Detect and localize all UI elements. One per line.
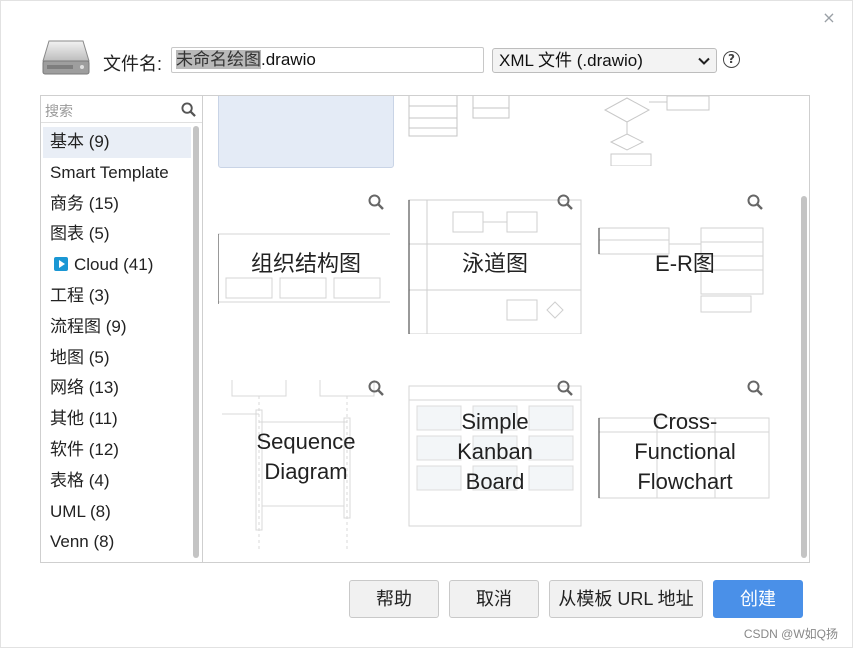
- template-cross-functional-flowchart[interactable]: Cross- Functional Flowchart: [597, 380, 773, 520]
- zoom-icon[interactable]: [747, 380, 763, 396]
- filename-selected-text: 未命名绘图: [176, 50, 261, 69]
- category-label: 其他 (11): [50, 409, 118, 429]
- template-er-diagram[interactable]: E-R图: [597, 194, 773, 334]
- category-item-business[interactable]: 商务 (15): [43, 189, 191, 220]
- search-input[interactable]: 搜索: [45, 101, 73, 121]
- category-label: 软件 (12): [50, 439, 119, 459]
- category-label: Venn (8): [50, 532, 115, 552]
- category-item-tables[interactable]: 表格 (4): [43, 466, 191, 497]
- template-from-url-button[interactable]: 从模板 URL 地址: [549, 580, 703, 618]
- filename-extension: .drawio: [261, 50, 316, 69]
- file-format-value: XML 文件 (.drawio): [499, 51, 643, 70]
- category-label: 工程 (3): [50, 285, 110, 305]
- category-label: 图表 (5): [50, 224, 110, 244]
- category-item-software[interactable]: 软件 (12): [43, 435, 191, 466]
- template-label: 泳道图: [461, 251, 528, 276]
- file-format-select[interactable]: XML 文件 (.drawio): [492, 48, 717, 73]
- category-label: Smart Template: [50, 162, 169, 182]
- template-org-chart[interactable]: 组织结构图: [218, 194, 394, 334]
- drive-icon: [42, 40, 90, 75]
- category-item-engineering[interactable]: 工程 (3): [43, 281, 191, 312]
- template-label: Cross-: [652, 409, 718, 434]
- new-diagram-dialog: × 文件名: 未命名绘图.drawio XML 文件 (.drawio) ? 搜…: [0, 0, 853, 648]
- filename-input[interactable]: 未命名绘图.drawio: [171, 47, 484, 73]
- category-label: 商务 (15): [50, 193, 119, 213]
- category-item-network[interactable]: 网络 (13): [43, 373, 191, 404]
- template-preview-partial[interactable]: [407, 96, 583, 140]
- template-browser: 搜索 基本 (9) Smart Template 商务 (15) 图表 (5) …: [40, 95, 810, 563]
- category-label: 表格 (4): [50, 470, 110, 490]
- category-label: 地图 (5): [50, 347, 110, 367]
- category-sidebar: 搜索 基本 (9) Smart Template 商务 (15) 图表 (5) …: [41, 96, 203, 562]
- category-label: 网络 (13): [50, 378, 119, 398]
- zoom-icon[interactable]: [368, 380, 384, 396]
- template-label: E-R图: [655, 251, 715, 276]
- template-label: Kanban: [457, 439, 533, 464]
- sidebar-scrollbar[interactable]: [193, 126, 199, 558]
- help-icon[interactable]: ?: [723, 51, 740, 68]
- template-label: Simple: [461, 409, 529, 434]
- category-item-basic[interactable]: 基本 (9): [43, 127, 191, 158]
- category-item-cloud[interactable]: Cloud (41): [43, 250, 191, 281]
- search-icon[interactable]: [181, 102, 196, 117]
- category-item-uml[interactable]: UML (8): [43, 497, 191, 528]
- zoom-icon[interactable]: [557, 194, 573, 210]
- category-list: 基本 (9) Smart Template 商务 (15) 图表 (5) Clo…: [43, 127, 191, 558]
- zoom-icon[interactable]: [557, 380, 573, 396]
- category-label: UML (8): [50, 501, 111, 521]
- create-button[interactable]: 创建: [713, 580, 803, 618]
- category-item-venn[interactable]: Venn (8): [43, 527, 191, 558]
- category-item-smart-template[interactable]: Smart Template: [43, 158, 191, 189]
- template-swimlane[interactable]: 泳道图: [407, 194, 583, 334]
- category-label: 流程图 (9): [50, 316, 127, 336]
- template-preview-partial-flow[interactable]: [597, 96, 773, 166]
- template-label: Sequence: [256, 429, 356, 454]
- watermark: CSDN @W如Q扬: [743, 627, 838, 641]
- category-item-other[interactable]: 其他 (11): [43, 404, 191, 435]
- expand-arrow-icon[interactable]: [54, 257, 68, 272]
- template-kanban-board[interactable]: Simple Kanban Board: [407, 380, 583, 527]
- category-item-flowchart[interactable]: 流程图 (9): [43, 312, 191, 343]
- filename-label: 文件名:: [103, 54, 163, 74]
- template-blank-selected[interactable]: [218, 96, 394, 168]
- zoom-icon[interactable]: [747, 194, 763, 210]
- close-icon[interactable]: ×: [822, 10, 836, 26]
- category-label: Cloud (41): [74, 255, 154, 275]
- chevron-down-icon: [698, 57, 710, 65]
- template-grid-scrollbar[interactable]: [801, 196, 807, 558]
- template-label: Flowchart: [637, 469, 733, 494]
- template-sequence-diagram[interactable]: Sequence Diagram: [218, 380, 394, 550]
- template-grid: 组织结构图 泳道图 E-R图 Sequence Diagram Simple K…: [204, 96, 809, 562]
- help-button[interactable]: 帮助: [349, 580, 439, 618]
- category-item-charts[interactable]: 图表 (5): [43, 219, 191, 250]
- template-label: Functional: [634, 439, 736, 464]
- search-box[interactable]: 搜索: [41, 96, 202, 123]
- zoom-icon[interactable]: [368, 194, 384, 210]
- category-item-maps[interactable]: 地图 (5): [43, 343, 191, 374]
- template-label: Board: [465, 469, 525, 494]
- template-label: Diagram: [264, 459, 348, 484]
- category-label: 基本 (9): [50, 132, 110, 151]
- template-label: 组织结构图: [250, 251, 361, 276]
- cancel-button[interactable]: 取消: [449, 580, 539, 618]
